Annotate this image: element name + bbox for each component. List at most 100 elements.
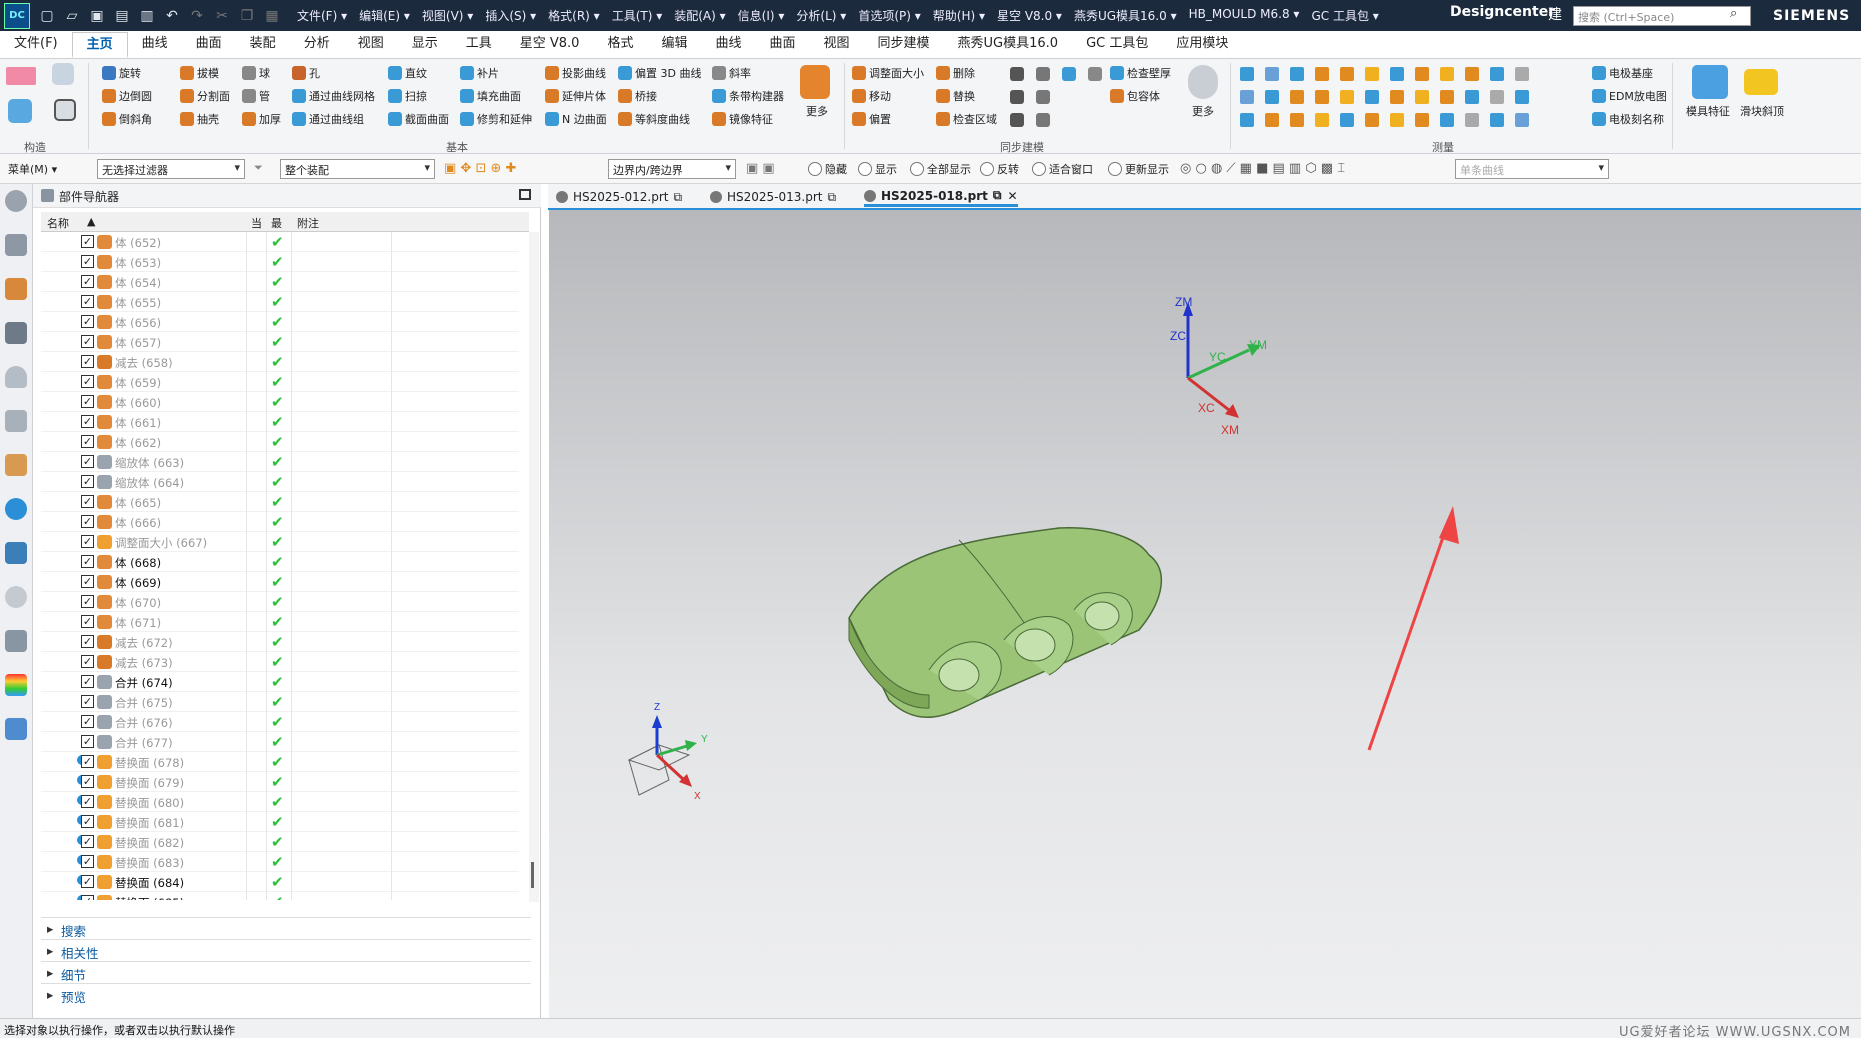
measure-tool-icon[interactable] [1240,90,1254,104]
sync-tool-icon[interactable] [1036,90,1050,104]
feature-button-0[interactable]: 旋转 [102,65,141,81]
surface-button-2[interactable]: 投影曲线 [545,65,606,81]
tree-row[interactable]: ✓ 替换面 (685) ✔ [41,892,519,900]
paste-icon[interactable]: ▦ [261,5,283,27]
tree-row[interactable]: ✓ 调整面大小 (667) ✔ [41,532,519,552]
redo-icon[interactable]: ↷ [186,5,208,27]
system-scene-icon[interactable] [5,718,27,740]
title-menu-8[interactable]: 分析(L) ▾ [796,7,846,24]
tree-row[interactable]: ✓ 替换面 (680) ✔ [41,792,519,812]
measure-tool-icon[interactable] [1390,113,1404,127]
visibility-checkbox[interactable]: ✓ [81,315,94,328]
ribbon-tab-17[interactable]: GC 工具包 [1072,32,1162,58]
visibility-checkbox[interactable]: ✓ [81,715,94,728]
visibility-checkbox[interactable]: ✓ [81,595,94,608]
tree-row[interactable]: ✓ 替换面 (683) ✔ [41,852,519,872]
tree-row[interactable]: ✓ 替换面 (681) ✔ [41,812,519,832]
measure-tool-icon[interactable] [1365,113,1379,127]
ribbon-tab-10[interactable]: 格式 [593,32,647,58]
measure-tool-icon[interactable] [1465,113,1479,127]
display-button-0[interactable]: 隐藏 [808,161,847,177]
title-menu-3[interactable]: 插入(S) ▾ [485,7,536,24]
visibility-checkbox[interactable]: ✓ [81,835,94,848]
tree-row[interactable]: ✓ 减去 (672) ✔ [41,632,519,652]
mold-feature-icon[interactable] [1692,65,1728,99]
curve-rule-select[interactable]: 单条曲线 [1455,159,1609,179]
title-menu-2[interactable]: 视图(V) ▾ [422,7,473,24]
surface-button-9[interactable]: 条带构建器 [712,88,784,104]
more-sync-label[interactable]: 更多 [1192,103,1214,119]
tree-row[interactable]: ✓ 缩放体 (664) ✔ [41,472,519,492]
measure-tool-icon[interactable] [1315,67,1329,81]
title-menu-13[interactable]: HB_MOULD M6.8 ▾ [1189,7,1300,24]
sketch-icon[interactable] [6,67,36,85]
feature-button-2[interactable]: 球 [242,65,270,81]
slider-lifter-label[interactable]: 滑块斜顶 [1740,103,1784,119]
measure-tool-icon[interactable] [1440,113,1454,127]
feature-button-4[interactable]: 边倒圆 [102,88,152,104]
external-link-icon[interactable]: ⧉ [993,188,1002,203]
tree-row[interactable]: ✓ 替换面 (678) ✔ [41,752,519,772]
measure-tool-icon[interactable] [1315,90,1329,104]
measure-tool-icon[interactable] [1515,67,1529,81]
column-latest[interactable]: 最 [271,215,282,231]
sync-tool-icon[interactable] [1010,113,1024,127]
measure-tool-icon[interactable] [1465,90,1479,104]
title-menu-14[interactable]: GC 工具包 ▾ [1311,7,1378,24]
display-button-4[interactable]: 适合窗口 [1032,161,1093,177]
measure-button-0[interactable]: 检查壁厚 [1110,65,1171,81]
feature-button-3[interactable]: 孔 [292,65,320,81]
part-navigator-icon[interactable] [5,322,27,344]
visibility-checkbox[interactable]: ✓ [81,695,94,708]
measure-tool-icon[interactable] [1265,67,1279,81]
ribbon-tab-14[interactable]: 视图 [810,32,864,58]
visibility-checkbox[interactable]: ✓ [81,735,94,748]
tree-row[interactable]: ✓ 替换面 (682) ✔ [41,832,519,852]
measure-tool-icon[interactable] [1390,90,1404,104]
measure-tool-icon[interactable] [1415,90,1429,104]
save-all-icon[interactable]: ▤ [111,5,133,27]
surface-button-7[interactable]: 延伸片体 [545,88,606,104]
surface-button-1[interactable]: 补片 [460,65,499,81]
measure-tool-icon[interactable] [1340,67,1354,81]
visibility-checkbox[interactable]: ✓ [81,335,94,348]
tree-row[interactable]: ✓ 体 (671) ✔ [41,612,519,632]
sync-tool-icon[interactable] [1088,67,1102,81]
measure-tool-icon[interactable] [1515,113,1529,127]
visibility-checkbox[interactable]: ✓ [81,295,94,308]
select-tool-icons[interactable]: ▣ ✥ ⊡ ⊕ ✚ [444,161,516,176]
surface-button-3[interactable]: 偏置 3D 曲线 [618,65,701,81]
measure-tool-icon[interactable] [1340,90,1354,104]
title-menu-11[interactable]: 星空 V8.0 ▾ [997,7,1062,24]
display-button-3[interactable]: 反转 [980,161,1019,177]
measure-tool-icon[interactable] [1290,90,1304,104]
sync-tool-icon[interactable] [1036,67,1050,81]
reuse-library-icon[interactable] [5,410,27,432]
surface-button-13[interactable]: 等斜度曲线 [618,111,690,127]
tree-row[interactable]: ✓ 合并 (674) ✔ [41,672,519,692]
datum-icon[interactable] [52,63,74,85]
surface-button-4[interactable]: 斜率 [712,65,751,81]
tree-row[interactable]: ✓ 体 (666) ✔ [41,512,519,532]
external-link-icon[interactable]: ⧉ [673,190,682,205]
ribbon-tab-6[interactable]: 视图 [344,32,398,58]
title-menu-12[interactable]: 燕秀UG模具16.0 ▾ [1074,7,1177,24]
title-menu-7[interactable]: 信息(I) ▾ [738,7,785,24]
tree-row[interactable]: ✓ 合并 (677) ✔ [41,732,519,752]
feature-button-1[interactable]: 拔模 [180,65,219,81]
visibility-checkbox[interactable]: ✓ [81,775,94,788]
electrode-button-1[interactable]: EDM放电图 [1592,88,1667,104]
electrode-button-2[interactable]: 电极刻名称 [1592,111,1664,127]
visibility-checkbox[interactable]: ✓ [81,815,94,828]
tree-row[interactable]: ✓ 体 (662) ✔ [41,432,519,452]
history-icon[interactable] [5,454,27,476]
visibility-checkbox[interactable]: ✓ [81,375,94,388]
visibility-checkbox[interactable]: ✓ [81,575,94,588]
feature-button-5[interactable]: 分割面 [180,88,230,104]
tree-row[interactable]: ✓ 合并 (675) ✔ [41,692,519,712]
sync-button-0[interactable]: 调整面大小 [852,65,924,81]
tree-row[interactable]: ✓ 体 (654) ✔ [41,272,519,292]
visibility-checkbox[interactable]: ✓ [81,475,94,488]
title-menu-5[interactable]: 工具(T) ▾ [612,7,663,24]
constraint-navigator-icon[interactable] [5,278,27,300]
